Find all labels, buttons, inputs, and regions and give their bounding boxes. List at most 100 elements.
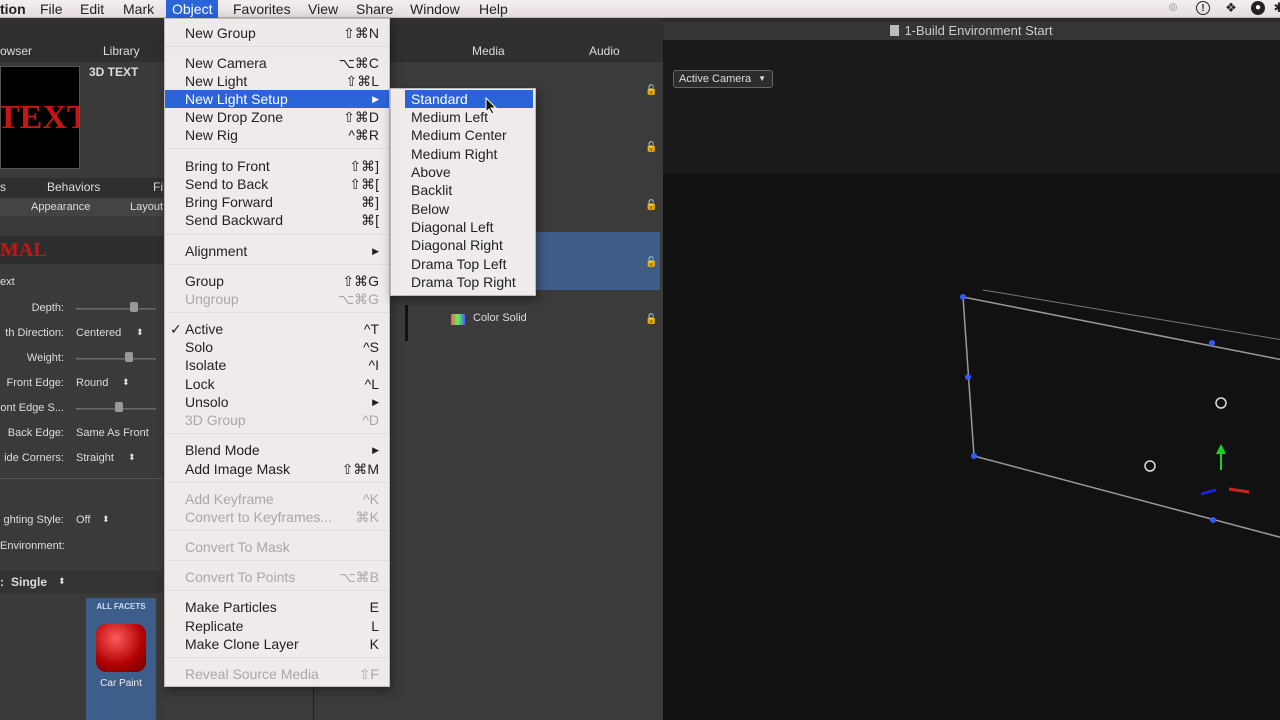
tab-properties[interactable]: s	[0, 180, 6, 194]
menu-item-unsolo[interactable]: Unsolo ▶	[165, 393, 389, 411]
submenu-item-drama-top-left[interactable]: Drama Top Left	[391, 255, 535, 273]
row-label-depth: Depth:	[31, 302, 64, 314]
menu-window[interactable]: Window	[410, 0, 460, 18]
menu-item-add-keyframe: Add Keyframe ^K	[185, 491, 379, 507]
submenu-arrow-icon: ▶	[372, 397, 379, 407]
submenu-arrow-icon: ▶	[372, 246, 379, 256]
menu-view[interactable]: View	[308, 0, 338, 18]
preview-thumbnail: TEXT	[0, 66, 80, 169]
menu-item-new-drop-zone[interactable]: New Drop Zone ⇧⌘D	[165, 108, 389, 126]
menu-item-alignment[interactable]: Alignment ▶	[165, 242, 389, 260]
menu-item-isolate[interactable]: Isolate ^I	[165, 356, 389, 374]
handle-point	[965, 374, 971, 380]
tab-audio[interactable]: Audio	[589, 44, 620, 58]
menu-item-new-rig[interactable]: New Rig ^⌘R	[165, 126, 389, 144]
menu-app[interactable]: tion	[0, 0, 26, 18]
settings-icon[interactable]: ✱	[1272, 1, 1280, 15]
tab-media[interactable]: Media	[472, 44, 505, 58]
direction-value[interactable]: Centered	[76, 327, 121, 339]
lock-icon[interactable]: 🔓	[645, 200, 657, 211]
back-edge-value[interactable]: Same As Front	[76, 427, 149, 439]
lock-icon[interactable]: 🔓	[645, 314, 657, 325]
lock-icon[interactable]: 🔓	[645, 85, 657, 96]
menu-object[interactable]: Object	[166, 0, 219, 18]
subtab-appearance[interactable]: Appearance	[31, 201, 90, 213]
menu-item-new-light[interactable]: New Light ⇧⌘L	[165, 72, 389, 90]
menu-item-send-to-back[interactable]: Send to Back ⇧⌘[	[165, 175, 389, 193]
weight-slider[interactable]	[76, 358, 156, 360]
menu-separator	[165, 148, 389, 149]
corners-value[interactable]: Straight	[76, 452, 114, 464]
dropbox-icon[interactable]: ❖	[1224, 1, 1238, 15]
light-setup-submenu: Standard Medium Left Medium Center Mediu…	[390, 88, 536, 296]
submenu-item-backlit[interactable]: Backlit	[391, 181, 535, 199]
submenu-item-diagonal-right[interactable]: Diagonal Right	[391, 236, 535, 254]
status-icon[interactable]: ●	[1251, 1, 1265, 15]
tab-behaviors[interactable]: Behaviors	[47, 180, 100, 194]
menu-item-make-particles[interactable]: Make Particles E	[165, 598, 389, 616]
window-title-text: 1-Build Environment Start	[904, 23, 1053, 38]
handle-point	[1210, 517, 1216, 523]
menu-share[interactable]: Share	[356, 0, 393, 18]
menu-item-active[interactable]: ✓ Active ^T	[165, 320, 389, 338]
menu-item-lock[interactable]: Lock ^L	[165, 375, 389, 393]
scene-wireframe[interactable]	[663, 40, 1280, 720]
menu-item-reveal-source-media: Reveal Source Media ⇧F	[185, 666, 379, 682]
front-edge-value[interactable]: Round	[76, 377, 108, 389]
menu-file[interactable]: File	[40, 0, 63, 18]
tab-filters[interactable]: Fi	[153, 180, 163, 194]
submenu-item-medium-center[interactable]: Medium Center	[391, 126, 535, 144]
row-label-direction: th Direction:	[5, 327, 64, 339]
depth-slider-knob[interactable]	[130, 302, 138, 312]
submenu-item-medium-left[interactable]: Medium Left	[391, 108, 535, 126]
canvas-viewer[interactable]: Active Camera ▼	[663, 40, 1280, 720]
tab-file-browser[interactable]: owser	[0, 44, 32, 58]
corners-stepper-icon[interactable]: ⬍	[128, 452, 136, 463]
car-paint-swatch-icon[interactable]	[96, 624, 146, 672]
layer-color-solid[interactable]: Color Solid	[473, 312, 527, 324]
menu-item-bring-to-front[interactable]: Bring to Front ⇧⌘]	[165, 157, 389, 175]
z-axis-icon	[1200, 488, 1217, 496]
inspector-panel: owser Library TEXT 3D TEXT s Behaviors F…	[0, 40, 163, 720]
lighting-style-value[interactable]: Off	[76, 514, 90, 526]
menu-item-group[interactable]: Group ⇧⌘G	[165, 272, 389, 290]
menu-item-new-camera[interactable]: New Camera ⌥⌘C	[165, 54, 389, 72]
menu-item-send-backward[interactable]: Send Backward ⌘[	[165, 211, 389, 229]
submenu-item-medium-right[interactable]: Medium Right	[391, 145, 535, 163]
menu-item-make-clone-layer[interactable]: Make Clone Layer K	[165, 635, 389, 653]
menu-help[interactable]: Help	[479, 0, 508, 18]
submenu-item-diagonal-left[interactable]: Diagonal Left	[391, 218, 535, 236]
submenu-item-drama-top-right[interactable]: Drama Top Right	[391, 273, 535, 291]
material-mode[interactable]: Single	[11, 575, 47, 589]
front-edge-size-knob[interactable]	[115, 402, 123, 412]
lighting-stepper-icon[interactable]: ⬍	[102, 514, 110, 525]
menu-item-add-image-mask[interactable]: Add Image Mask ⇧⌘M	[165, 460, 389, 478]
lock-icon[interactable]: 🔓	[645, 142, 657, 153]
material-mode-stepper-icon[interactable]: ⬍	[58, 576, 66, 587]
tab-library[interactable]: Library	[103, 44, 140, 58]
menu-separator	[165, 590, 389, 591]
info-icon[interactable]: !	[1196, 1, 1210, 15]
submenu-item-standard[interactable]: Standard	[405, 90, 533, 108]
style-title: MAL	[0, 239, 47, 261]
sync-icon[interactable]: ◎	[1166, 1, 1180, 15]
bbox-top-edge	[962, 296, 1280, 361]
menu-item-new-light-setup[interactable]: New Light Setup ▶	[165, 90, 389, 108]
subtab-layout[interactable]: Layout	[130, 201, 163, 213]
menu-item-blend-mode[interactable]: Blend Mode ▶	[165, 441, 389, 459]
menu-item-replicate[interactable]: Replicate L	[165, 617, 389, 635]
menu-separator	[165, 482, 389, 483]
menu-item-bring-forward[interactable]: Bring Forward ⌘]	[165, 193, 389, 211]
submenu-item-above[interactable]: Above	[391, 163, 535, 181]
lock-icon[interactable]: 🔓	[645, 257, 657, 268]
weight-slider-knob[interactable]	[125, 352, 133, 362]
menu-item-new-group[interactable]: New Group ⇧⌘N	[165, 24, 389, 42]
direction-stepper-icon[interactable]: ⬍	[136, 327, 144, 338]
depth-slider[interactable]	[76, 308, 156, 310]
submenu-item-below[interactable]: Below	[391, 200, 535, 218]
menu-mark[interactable]: Mark	[123, 0, 154, 18]
menu-edit[interactable]: Edit	[80, 0, 104, 18]
front-edge-stepper-icon[interactable]: ⬍	[122, 377, 130, 388]
menu-item-solo[interactable]: Solo ^S	[165, 338, 389, 356]
menu-favorites[interactable]: Favorites	[233, 0, 291, 18]
